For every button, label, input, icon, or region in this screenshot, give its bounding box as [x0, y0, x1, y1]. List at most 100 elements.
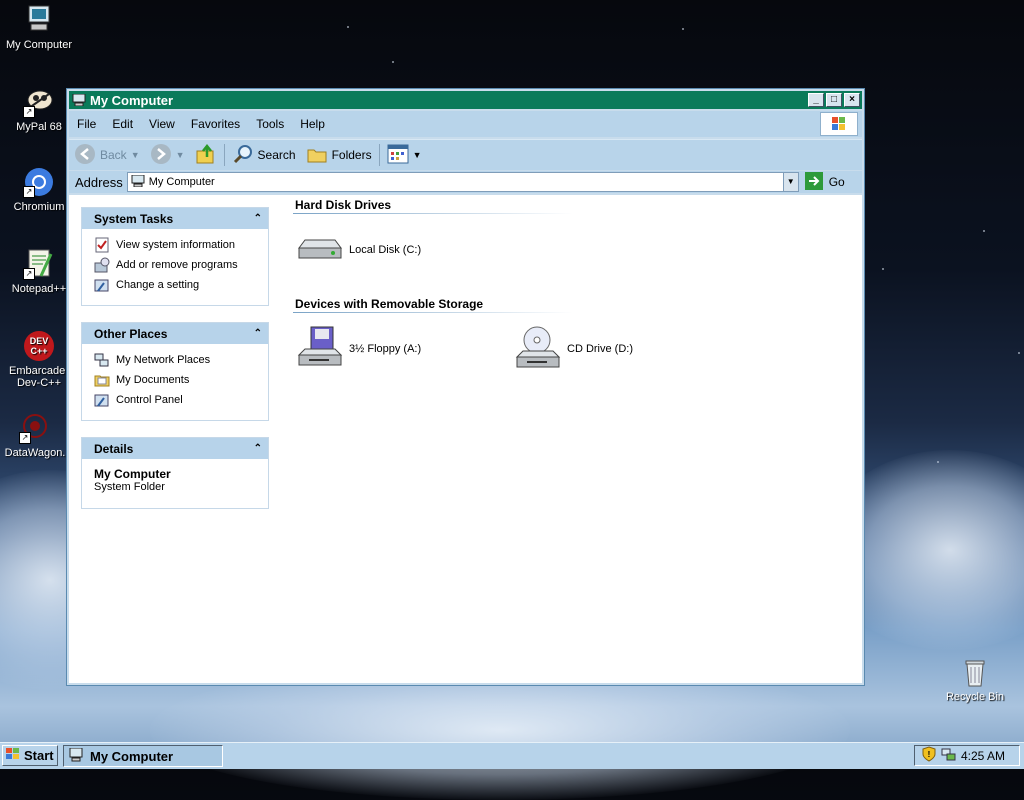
my-computer-icon — [23, 4, 55, 36]
desktop-icon-label: Recycle Bin — [945, 691, 1005, 703]
windows-logo-icon — [5, 747, 21, 764]
drive-label: Local Disk (C:) — [349, 244, 422, 256]
collapse-chevron-icon[interactable]: ⌃ — [254, 443, 262, 454]
control-panel-link[interactable]: Control Panel — [94, 390, 258, 410]
folder-up-icon — [195, 143, 217, 168]
security-shield-icon[interactable]: ! — [921, 746, 937, 765]
title-bar[interactable]: My Computer _ □ × — [69, 91, 862, 109]
up-button[interactable] — [190, 143, 222, 168]
chromium-icon: ↗ — [23, 166, 55, 198]
clock[interactable]: 4:25 AM — [961, 749, 1005, 763]
toolbar: Back ▼ ▼ Search Folders ▼ — [69, 139, 862, 170]
link-label: Control Panel — [116, 394, 183, 406]
search-label: Search — [257, 148, 296, 162]
close-button[interactable]: × — [844, 93, 860, 107]
search-button[interactable]: Search — [227, 143, 301, 168]
desktop-icon-recycle-bin[interactable]: Recycle Bin — [936, 656, 1014, 703]
collapse-chevron-icon[interactable]: ⌃ — [254, 328, 262, 339]
other-places-panel: Other Places ⌃ My Network Places My Docu… — [81, 322, 269, 421]
menu-favorites[interactable]: Favorites — [183, 117, 248, 131]
views-button[interactable]: ▼ — [382, 144, 427, 167]
forward-button[interactable]: ▼ — [145, 143, 190, 168]
system-info-icon — [94, 237, 110, 253]
group-header-removable-storage: Devices with Removable Storage — [295, 297, 484, 311]
forward-arrow-icon — [150, 143, 172, 168]
menu-file[interactable]: File — [69, 117, 104, 131]
view-system-information-link[interactable]: View system information — [94, 235, 258, 255]
desktop-icon-label: My Computer — [5, 39, 73, 51]
recycle-bin-icon — [959, 656, 991, 688]
address-input[interactable]: My Computer ▼ — [126, 172, 799, 192]
toolbar-separator — [223, 144, 225, 166]
desktop-icon-datawagon[interactable]: ↗ DataWagon. — [0, 412, 74, 459]
add-remove-programs-link[interactable]: Add or remove programs — [94, 255, 258, 275]
taskbar-item-label: My Computer — [90, 748, 174, 764]
svg-text:C++: C++ — [30, 346, 47, 356]
desktop-icon-my-computer[interactable]: My Computer — [0, 4, 78, 51]
link-label: Add or remove programs — [116, 259, 238, 271]
menu-help[interactable]: Help — [292, 117, 333, 131]
panel-title: Other Places — [94, 326, 168, 341]
svg-text:!: ! — [928, 750, 931, 759]
details-name: My Computer — [94, 467, 171, 481]
file-view: Hard Disk Drives Local Disk (C:) Devices… — [281, 195, 862, 683]
maximize-button[interactable]: □ — [826, 93, 842, 107]
details-header[interactable]: Details ⌃ — [82, 438, 268, 459]
my-computer-icon — [72, 93, 86, 107]
network-places-icon — [94, 352, 110, 368]
group-header-hard-disk-drives: Hard Disk Drives — [295, 198, 392, 212]
minimize-button[interactable]: _ — [808, 93, 824, 107]
datawagon-icon: ↗ — [19, 412, 51, 444]
address-dropdown-icon[interactable]: ▼ — [782, 173, 798, 191]
go-button[interactable]: Go — [804, 171, 845, 193]
menu-edit[interactable]: Edit — [104, 117, 141, 131]
shortcut-arrow-icon: ↗ — [19, 432, 31, 444]
taskbar-item-my-computer[interactable]: My Computer — [63, 745, 223, 767]
go-label: Go — [828, 175, 845, 189]
other-places-header[interactable]: Other Places ⌃ — [82, 323, 268, 344]
system-tasks-header[interactable]: System Tasks ⌃ — [82, 208, 268, 229]
svg-text:DEV: DEV — [30, 336, 49, 346]
taskbar: Start My Computer ! 4:25 AM — [0, 742, 1024, 769]
control-panel-icon — [94, 392, 110, 408]
devcpp-icon: DEV C++ — [23, 330, 55, 362]
windows-logo-icon — [820, 112, 858, 136]
drive-item-local-disk-c[interactable]: Local Disk (C:) — [295, 226, 421, 274]
toolbar-separator — [378, 144, 380, 166]
link-label: Change a setting — [116, 279, 200, 291]
forward-dropdown-icon[interactable]: ▼ — [176, 150, 185, 160]
my-network-places-link[interactable]: My Network Places — [94, 350, 258, 370]
shortcut-arrow-icon: ↗ — [23, 106, 35, 118]
menu-tools[interactable]: Tools — [248, 117, 292, 131]
back-label: Back — [100, 148, 127, 162]
cd-drive-icon — [513, 325, 561, 373]
my-computer-icon — [131, 174, 145, 190]
views-dropdown-icon[interactable]: ▼ — [413, 150, 422, 160]
drive-item-floppy-a[interactable]: 3½ Floppy (A:) — [295, 325, 421, 373]
drive-item-cd-drive-d[interactable]: CD Drive (D:) — [513, 325, 633, 373]
views-icon — [387, 144, 409, 167]
change-setting-link[interactable]: Change a setting — [94, 275, 258, 295]
back-dropdown-icon[interactable]: ▼ — [131, 150, 140, 160]
system-tray: ! 4:25 AM — [914, 745, 1020, 766]
folders-icon — [306, 143, 328, 168]
back-button[interactable]: Back ▼ — [69, 143, 145, 168]
panel-title: Details — [94, 441, 134, 456]
network-icon[interactable] — [941, 746, 957, 765]
task-pane: System Tasks ⌃ View system information A… — [69, 195, 281, 683]
start-button[interactable]: Start — [2, 745, 58, 766]
collapse-chevron-icon[interactable]: ⌃ — [254, 213, 262, 224]
menu-view[interactable]: View — [141, 117, 183, 131]
content-area: System Tasks ⌃ View system information A… — [69, 195, 862, 683]
shortcut-arrow-icon: ↗ — [23, 186, 35, 198]
group-divider — [293, 213, 573, 214]
add-remove-programs-icon — [94, 257, 110, 273]
drive-label: CD Drive (D:) — [567, 343, 633, 355]
shortcut-arrow-icon: ↗ — [23, 268, 35, 280]
back-arrow-icon — [74, 143, 96, 168]
notepadpp-icon: ↗ — [23, 248, 55, 280]
search-icon — [232, 143, 254, 168]
my-documents-link[interactable]: My Documents — [94, 370, 258, 390]
folders-button[interactable]: Folders — [301, 143, 377, 168]
my-computer-window: My Computer _ □ × File Edit View Favorit… — [66, 88, 865, 686]
